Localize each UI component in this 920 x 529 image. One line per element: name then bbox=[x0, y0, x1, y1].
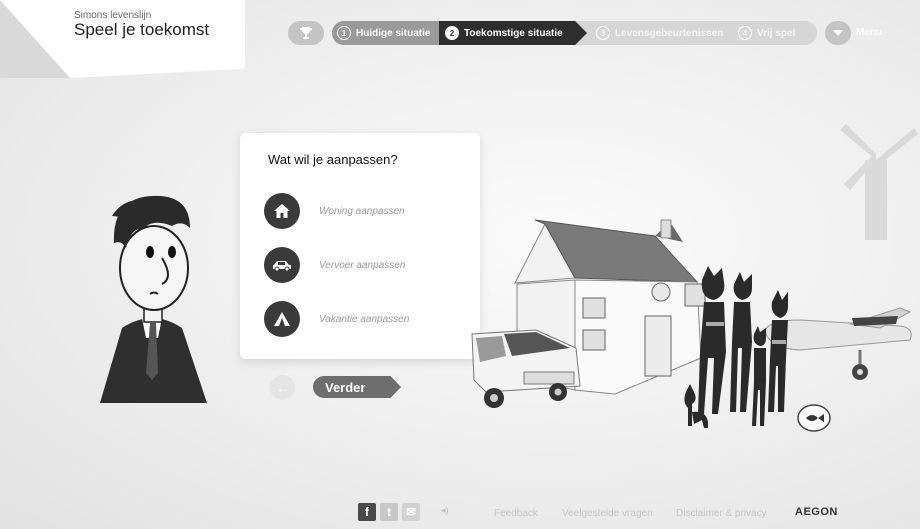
sound-toggle-icon[interactable]: ◂) bbox=[441, 505, 461, 519]
step-label: Vrij spel bbox=[757, 27, 796, 39]
trophy-icon bbox=[300, 27, 312, 39]
title-card: Simons levenslijn Speel je toekomst bbox=[0, 0, 245, 78]
step-levensgebeurtenissen[interactable]: 3 Levensgebeurtenissen bbox=[592, 21, 723, 45]
option-label: Vakantie aanpassen bbox=[319, 313, 410, 325]
trophy-button[interactable] bbox=[288, 21, 324, 45]
man-illustration bbox=[100, 195, 207, 403]
dog-illustration bbox=[684, 384, 708, 428]
twitter-icon[interactable]: t bbox=[380, 503, 398, 521]
step-label: Huidige situatie bbox=[356, 27, 431, 39]
step-number: 2 bbox=[445, 26, 459, 40]
step-vrij-spel[interactable]: 4 Vrij spel bbox=[736, 21, 795, 45]
next-button[interactable]: Verder bbox=[313, 376, 401, 398]
step-number: 1 bbox=[337, 26, 351, 40]
step-number: 4 bbox=[738, 26, 752, 40]
step-huidige-situatie[interactable]: 1 Huidige situatie bbox=[332, 21, 439, 45]
card-question: Wat wil je aanpassen? bbox=[268, 152, 398, 167]
car-icon bbox=[264, 247, 300, 283]
footer: f t ✉ ◂) Feedback Veelgestelde vragen Di… bbox=[0, 500, 920, 525]
progress-steps: 1 Huidige situatie 2 Toekomstige situati… bbox=[332, 21, 817, 45]
option-woning[interactable]: Woning aanpassen bbox=[264, 193, 464, 229]
options-card: Wat wil je aanpassen? Woning aanpassen V… bbox=[240, 133, 480, 359]
menu-dropdown-button[interactable] bbox=[825, 21, 851, 45]
back-button[interactable]: ← bbox=[270, 375, 295, 400]
facebook-icon[interactable]: f bbox=[358, 503, 376, 521]
step-number: 3 bbox=[596, 26, 610, 40]
option-label: Woning aanpassen bbox=[319, 205, 405, 217]
menu-label[interactable]: Menu bbox=[856, 27, 882, 38]
fishbowl-illustration bbox=[797, 404, 831, 432]
footer-link-disclaimer[interactable]: Disclaimer & privacy bbox=[676, 508, 767, 519]
windmill-illustration bbox=[840, 124, 918, 240]
option-label: Vervoer aanpassen bbox=[319, 259, 406, 271]
tent-icon bbox=[264, 301, 300, 337]
footer-link-feedback[interactable]: Feedback bbox=[494, 508, 538, 519]
option-vervoer[interactable]: Vervoer aanpassen bbox=[264, 247, 464, 283]
title-card-corner bbox=[0, 0, 70, 78]
footer-link-faq[interactable]: Veelgestelde vragen bbox=[562, 508, 653, 519]
step-label: Toekomstige situatie bbox=[464, 27, 563, 39]
app-title: Speel je toekomst bbox=[74, 20, 210, 39]
mail-icon[interactable]: ✉ bbox=[402, 503, 420, 521]
step-label: Levensgebeurtenissen bbox=[615, 27, 724, 39]
house-icon bbox=[264, 193, 300, 229]
step-toekomstige-situatie[interactable]: 2 Toekomstige situatie bbox=[439, 21, 587, 45]
aegon-logo[interactable]: AEGON bbox=[795, 506, 838, 518]
option-vakantie[interactable]: Vakantie aanpassen bbox=[264, 301, 464, 337]
van-illustration bbox=[471, 329, 581, 408]
